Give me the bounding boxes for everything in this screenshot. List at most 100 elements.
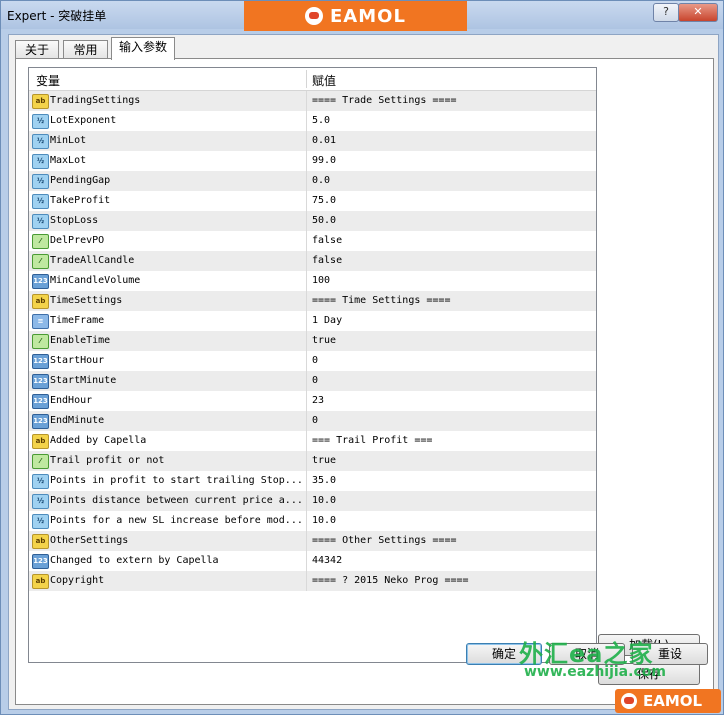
parameter-value[interactable]: 100 [312, 275, 330, 286]
parameter-name: EndHour [50, 395, 93, 406]
parameter-value[interactable]: 75.0 [312, 195, 336, 206]
table-row[interactable]: ⁄ Trail profit or not true [29, 451, 596, 471]
parameter-name: LotExponent [50, 115, 117, 126]
double-type-icon: ½ [32, 154, 49, 169]
integer-type-icon: 123 [32, 354, 49, 369]
parameter-value[interactable]: 99.0 [312, 155, 336, 166]
table-row[interactable]: ½ TakeProfit 75.0 [29, 191, 596, 211]
parameter-value[interactable]: 10.0 [312, 515, 336, 526]
boolean-type-icon: ⁄ [32, 334, 49, 349]
parameter-name: TakeProfit [50, 195, 111, 206]
parameter-value[interactable]: 1 Day [312, 315, 342, 326]
table-row[interactable]: ½ MinLot 0.01 [29, 131, 596, 151]
table-row[interactable]: ⁄ DelPrevPO false [29, 231, 596, 251]
table-row[interactable]: ½ StopLoss 50.0 [29, 211, 596, 231]
parameter-name: Trail profit or not [50, 455, 165, 466]
parameter-value[interactable]: false [312, 255, 342, 266]
cell-divider [306, 171, 307, 191]
parameter-name: PendingGap [50, 175, 111, 186]
parameter-value[interactable]: 0.01 [312, 135, 336, 146]
parameter-value[interactable]: === Trail Profit === [312, 435, 432, 446]
tab-about[interactable]: 关于 [15, 40, 59, 59]
parameter-value[interactable]: 0 [312, 415, 318, 426]
expert-properties-window: Expert - 突破挂单 EAMOL ? ✕ 关于 常用 输入参数 变量 赋值… [0, 0, 724, 715]
parameter-value[interactable]: 23 [312, 395, 324, 406]
table-row[interactable]: 123 EndMinute 0 [29, 411, 596, 431]
cell-divider [306, 231, 307, 251]
parameter-value[interactable]: ==== Time Settings ==== [312, 295, 450, 306]
double-type-icon: ½ [32, 494, 49, 509]
parameters-table[interactable]: 变量 赋值 ab TradingSettings ==== Trade Settin… [28, 67, 597, 663]
parameter-value[interactable]: true [312, 455, 336, 466]
cell-divider [306, 211, 307, 231]
cell-divider [306, 271, 307, 291]
table-row[interactable]: ≡ TimeFrame 1 Day [29, 311, 596, 331]
table-row[interactable]: ½ Points for a new SL increase before mod… [29, 511, 596, 531]
parameter-value[interactable]: false [312, 235, 342, 246]
table-row[interactable]: ½ LotExponent 5.0 [29, 111, 596, 131]
table-row[interactable]: ½ Points distance between current price a… [29, 491, 596, 511]
parameter-name: StartHour [50, 355, 105, 366]
table-row[interactable]: ⁄ EnableTime true [29, 331, 596, 351]
cell-divider [306, 451, 307, 471]
tab-inputs[interactable]: 输入参数 [111, 37, 175, 60]
column-header-value[interactable]: 赋值 [312, 72, 336, 89]
string-type-icon: ab [32, 434, 49, 449]
table-row[interactable]: ab TimeSettings ==== Time Settings ==== [29, 291, 596, 311]
tab-common[interactable]: 常用 [63, 40, 108, 59]
column-divider[interactable] [306, 70, 307, 88]
parameter-value[interactable]: 5.0 [312, 115, 330, 126]
table-row[interactable]: 123 StartHour 0 [29, 351, 596, 371]
table-row[interactable]: ½ MaxLot 99.0 [29, 151, 596, 171]
title-bar[interactable]: Expert - 突破挂单 EAMOL ? ✕ [1, 1, 723, 31]
parameter-name: StartMinute [50, 375, 117, 386]
cell-divider [306, 351, 307, 371]
table-row[interactable]: 123 MinCandleVolume 100 [29, 271, 596, 291]
cell-divider [306, 371, 307, 391]
cell-divider [306, 91, 307, 111]
parameter-name: EndMinute [50, 415, 105, 426]
table-row[interactable]: 123 StartMinute 0 [29, 371, 596, 391]
column-header-variable[interactable]: 变量 [36, 72, 60, 89]
cell-divider [306, 531, 307, 551]
parameter-name: Points for a new SL increase before mod.… [50, 515, 303, 526]
table-row[interactable]: 123 Changed to extern by Capella 44342 [29, 551, 596, 571]
help-button[interactable]: ? [653, 3, 679, 22]
parameter-value[interactable]: 0 [312, 375, 318, 386]
table-row[interactable]: ab Copyright ==== ? 2015 Neko Prog ==== [29, 571, 596, 591]
table-row[interactable]: ab OtherSettings ==== Other Settings ==== [29, 531, 596, 551]
table-row[interactable]: ½ Points in profit to start trailing Stop… [29, 471, 596, 491]
parameter-value[interactable]: 0.0 [312, 175, 330, 186]
table-row[interactable]: ab Added by Capella === Trail Profit === [29, 431, 596, 451]
cell-divider [306, 551, 307, 571]
table-row[interactable]: ½ PendingGap 0.0 [29, 171, 596, 191]
parameter-value[interactable]: ==== ? 2015 Neko Prog ==== [312, 575, 469, 586]
parameter-value[interactable]: true [312, 335, 336, 346]
parameter-name: Changed to extern by Capella [50, 555, 219, 566]
parameter-value[interactable]: 50.0 [312, 215, 336, 226]
double-type-icon: ½ [32, 474, 49, 489]
double-type-icon: ½ [32, 514, 49, 529]
brand-name: EAMOL [330, 6, 406, 27]
cell-divider [306, 571, 307, 591]
parameter-value[interactable]: 10.0 [312, 495, 336, 506]
brand-banner: EAMOL [244, 1, 467, 31]
parameter-value[interactable]: ==== Other Settings ==== [312, 535, 457, 546]
watermark-badge-text: EAMOL [643, 692, 703, 710]
parameter-name: OtherSettings [50, 535, 129, 546]
eamol-robot-logo-icon [305, 7, 323, 25]
parameter-name: TradeAllCandle [50, 255, 135, 266]
table-row[interactable]: ⁄ TradeAllCandle false [29, 251, 596, 271]
boolean-type-icon: ⁄ [32, 454, 49, 469]
table-row[interactable]: ab TradingSettings ==== Trade Settings ===… [29, 91, 596, 111]
parameter-value[interactable]: 0 [312, 355, 318, 366]
close-button[interactable]: ✕ [678, 3, 718, 22]
parameter-value[interactable]: 35.0 [312, 475, 336, 486]
parameter-value[interactable]: 44342 [312, 555, 342, 566]
parameter-name: DelPrevPO [50, 235, 105, 246]
integer-type-icon: 123 [32, 554, 49, 569]
parameter-name: StopLoss [50, 215, 99, 226]
integer-type-icon: 123 [32, 394, 49, 409]
parameter-value[interactable]: ==== Trade Settings ==== [312, 95, 457, 106]
table-row[interactable]: 123 EndHour 23 [29, 391, 596, 411]
